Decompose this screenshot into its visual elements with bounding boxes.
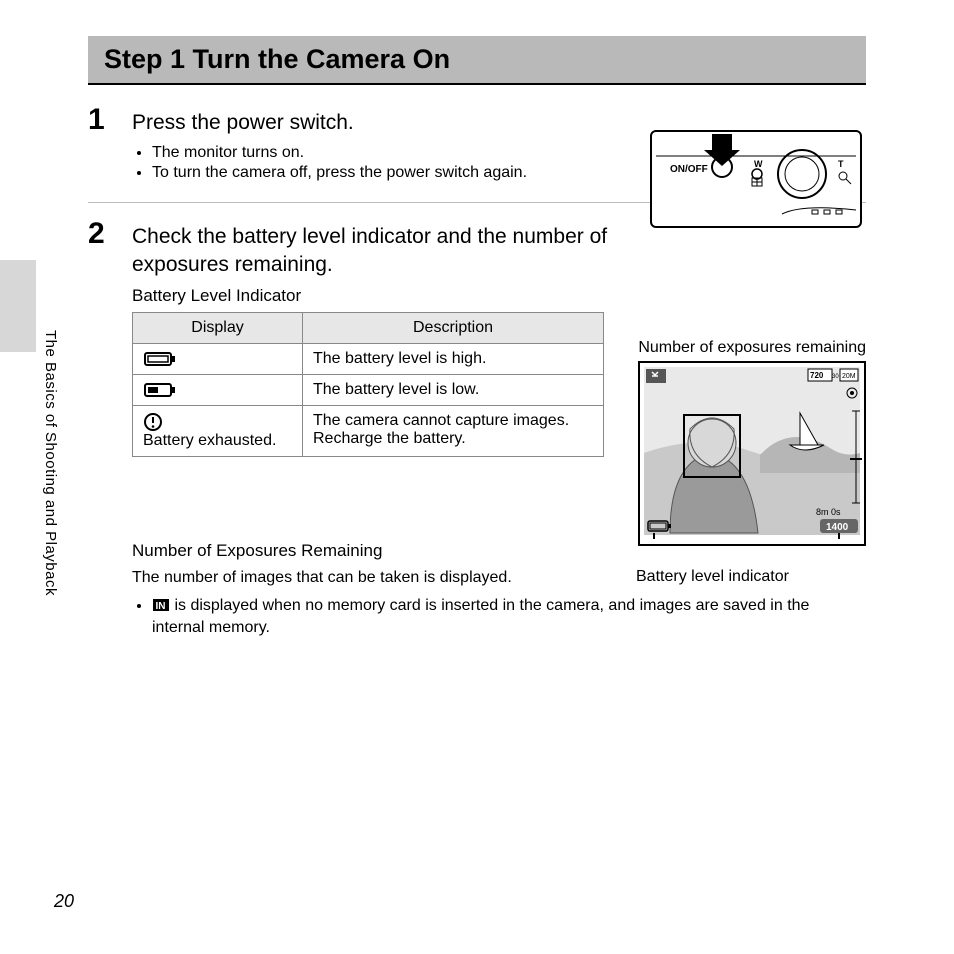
- step-2-number: 2: [88, 219, 132, 249]
- exposures-remaining-label: Number of exposures remaining: [636, 338, 866, 357]
- table-col-display: Display: [133, 312, 303, 343]
- warning-icon: [143, 412, 163, 432]
- battery-low-icon: [143, 381, 177, 399]
- battery-full-icon: [143, 350, 177, 368]
- table-row: Battery exhausted. The camera cannot cap…: [133, 406, 604, 457]
- svg-text:T: T: [838, 159, 844, 169]
- table-col-description: Description: [303, 312, 604, 343]
- step-2-heading: Check the battery level indicator and th…: [132, 223, 692, 278]
- svg-text:IN: IN: [156, 601, 166, 612]
- svg-text:720: 720: [810, 371, 824, 380]
- internal-memory-note: IN is displayed when no memory card is i…: [152, 595, 866, 638]
- camera-top-illustration: ON/OFF W T: [650, 130, 862, 228]
- internal-memory-icon: IN: [152, 598, 170, 612]
- table-row: The battery level is high.: [133, 343, 604, 374]
- monitor-illustration-block: Number of exposures remaining: [636, 338, 866, 586]
- svg-text:1400: 1400: [826, 522, 849, 533]
- svg-text:30: 30: [832, 374, 839, 380]
- table-row: The battery level is low.: [133, 375, 604, 406]
- battery-indicator-heading: Battery Level Indicator: [132, 286, 866, 306]
- section-title: Step 1 Turn the Camera On: [104, 44, 850, 75]
- step-1-number: 1: [88, 105, 132, 135]
- section-title-bar: Step 1 Turn the Camera On: [88, 36, 866, 85]
- side-section-label: The Basics of Shooting and Playback: [42, 330, 59, 596]
- svg-text:W: W: [754, 159, 763, 169]
- page-number: 20: [54, 891, 74, 912]
- onoff-label: ON/OFF: [670, 164, 708, 175]
- svg-text:20M: 20M: [842, 373, 856, 380]
- svg-text:8m 0s: 8m 0s: [816, 507, 841, 517]
- side-tab: [0, 260, 36, 352]
- battery-level-table: Display Description The battery level is…: [132, 312, 604, 457]
- monitor-preview-illustration: 720 30 20M 8m 0s 1400: [640, 363, 864, 539]
- battery-indicator-label: Battery level indicator: [636, 568, 866, 586]
